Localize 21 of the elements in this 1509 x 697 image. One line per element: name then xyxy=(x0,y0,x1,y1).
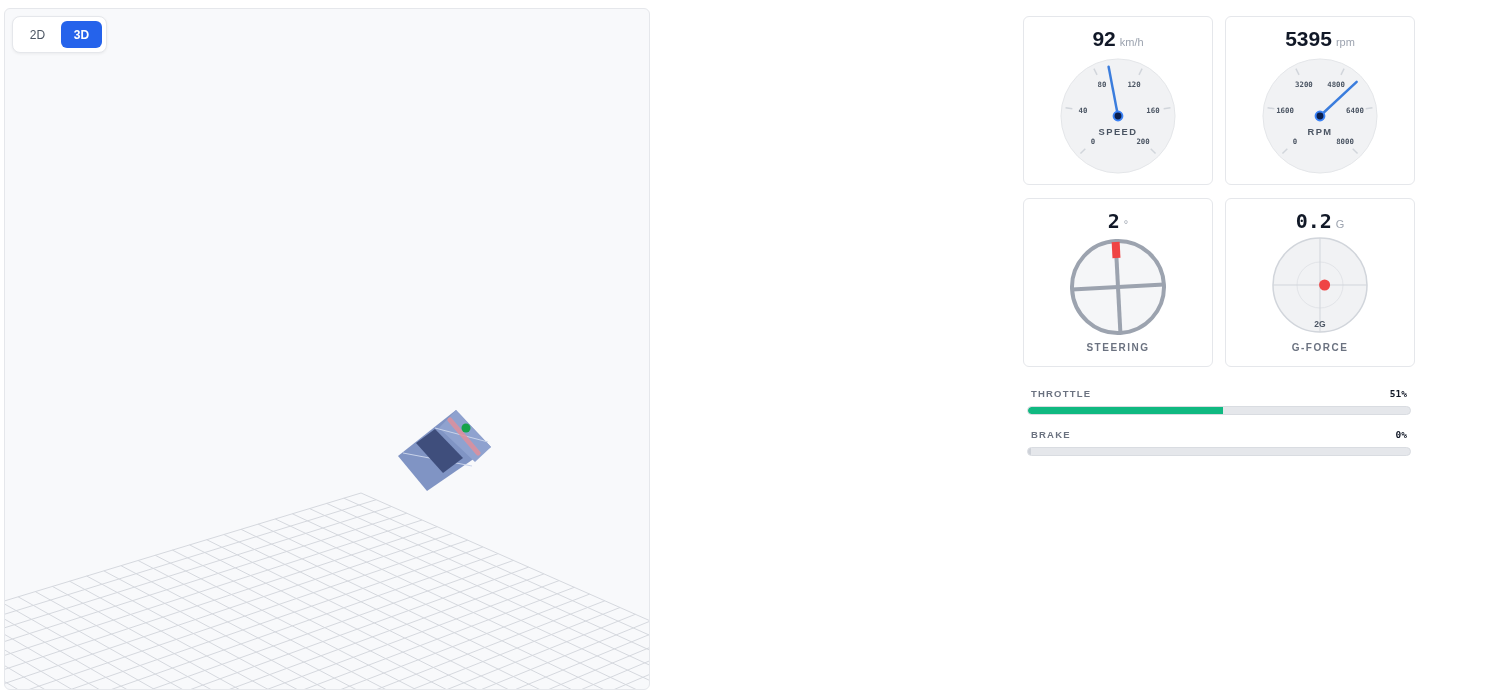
gauge-unit: km/h xyxy=(1119,36,1144,48)
needle-hub-icon xyxy=(1112,110,1124,122)
view-mode-button[interactable]: 2D xyxy=(17,21,58,48)
ring-label: 2G xyxy=(1314,319,1326,329)
gauge-value: 5395 xyxy=(1285,27,1332,51)
view-mode-button[interactable]: 3D xyxy=(61,21,102,48)
gauge-label: G-FORCE xyxy=(1291,342,1349,354)
gauge-value: 0.2 xyxy=(1295,209,1332,233)
gauge-value: 2 xyxy=(1107,209,1120,233)
gauge-label: STEERING xyxy=(1086,342,1150,354)
gauge-label: SPEED xyxy=(1098,126,1138,137)
gauge-unit: ° xyxy=(1123,218,1129,230)
needle-hub-icon xyxy=(1314,110,1326,122)
gauge-unit: rpm xyxy=(1335,36,1355,48)
bar-label: THROTTLE xyxy=(1031,388,1092,400)
bar-value: 51% xyxy=(1389,388,1407,400)
bar-label: BRAKE xyxy=(1031,429,1071,441)
gauge-unit: G xyxy=(1335,218,1345,230)
gauge-value: 92 xyxy=(1092,27,1116,51)
bar-value: 0% xyxy=(1395,429,1407,441)
gauge-label: RPM xyxy=(1307,126,1333,137)
